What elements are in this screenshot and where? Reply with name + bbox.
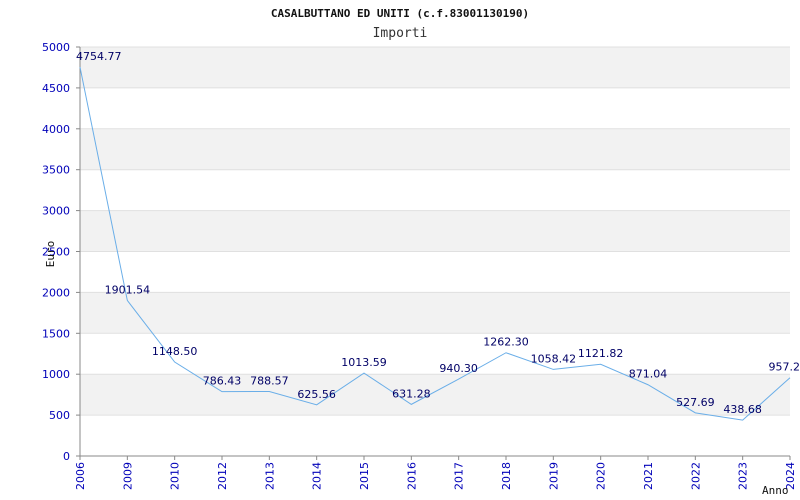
x-tick-labels: 2006 2009 2010 2012 2013 2014 2015 2016 2017 2018…: [74, 456, 797, 490]
grid-band: [80, 47, 790, 88]
data-label: 1013.59: [341, 356, 387, 369]
x-tick-label: 2012: [216, 462, 229, 490]
data-label: 1058.42: [531, 352, 577, 365]
chart-title: CASALBUTTANO ED UNITI (c.f.83001130190): [271, 7, 529, 20]
x-tick-label: 2014: [311, 462, 324, 490]
data-label: 786.43: [203, 375, 242, 388]
grid-band: [80, 210, 790, 252]
x-tick-label: 2021: [642, 462, 655, 490]
grid-band: [80, 128, 790, 170]
y-tick-label: 1000: [42, 368, 70, 381]
grid-band: [80, 374, 790, 416]
y-tick-label: 3000: [42, 205, 70, 218]
data-label: 1148.50: [152, 345, 198, 358]
x-tick-label: 2016: [405, 462, 418, 490]
y-tick-label: 2000: [42, 286, 70, 299]
y-tick-label: 0: [63, 450, 70, 463]
data-label: 631.28: [392, 387, 431, 400]
x-tick-label: 2010: [169, 462, 182, 490]
x-tick-label: 2006: [74, 462, 87, 490]
x-tick-label: 2013: [263, 462, 276, 490]
x-tick-label: 2018: [500, 462, 513, 490]
x-tick-label: 2009: [121, 462, 134, 490]
chart-subtitle: Importi: [373, 26, 428, 41]
x-tick-label: 2020: [595, 462, 608, 490]
y-tick-label: 5000: [42, 41, 70, 54]
data-label: 625.56: [297, 388, 336, 401]
y-tick-label: 500: [49, 409, 70, 422]
data-label: 1121.82: [578, 347, 624, 360]
grid-bands: [80, 47, 790, 416]
x-tick-label: 2019: [547, 462, 560, 490]
y-tick-label: 1500: [42, 327, 70, 340]
x-tick-label: 2023: [737, 462, 750, 490]
x-axis-label: Anno: [762, 484, 789, 497]
x-tick-label: 2015: [358, 462, 371, 490]
y-tick-label: 3500: [42, 164, 70, 177]
data-label: 788.57: [250, 374, 289, 387]
data-label: 4754.77: [76, 50, 122, 63]
y-tick-label: 4000: [42, 123, 70, 136]
grid-band: [80, 292, 790, 334]
y-tick-label: 4500: [42, 82, 70, 95]
data-label: 940.30: [439, 362, 478, 375]
line-chart: 0500100015002000250030003500400045005000…: [42, 7, 800, 497]
y-axis-label: Euro: [44, 241, 57, 268]
x-tick-label: 2017: [453, 462, 466, 490]
x-tick-label: 2022: [689, 462, 702, 490]
data-label: 871.04: [629, 368, 668, 381]
data-label: 1262.30: [483, 336, 529, 349]
data-label: 957.2: [769, 361, 800, 374]
data-label: 438.68: [723, 403, 762, 416]
data-label: 1901.54: [105, 283, 151, 296]
data-label: 527.69: [676, 396, 715, 409]
